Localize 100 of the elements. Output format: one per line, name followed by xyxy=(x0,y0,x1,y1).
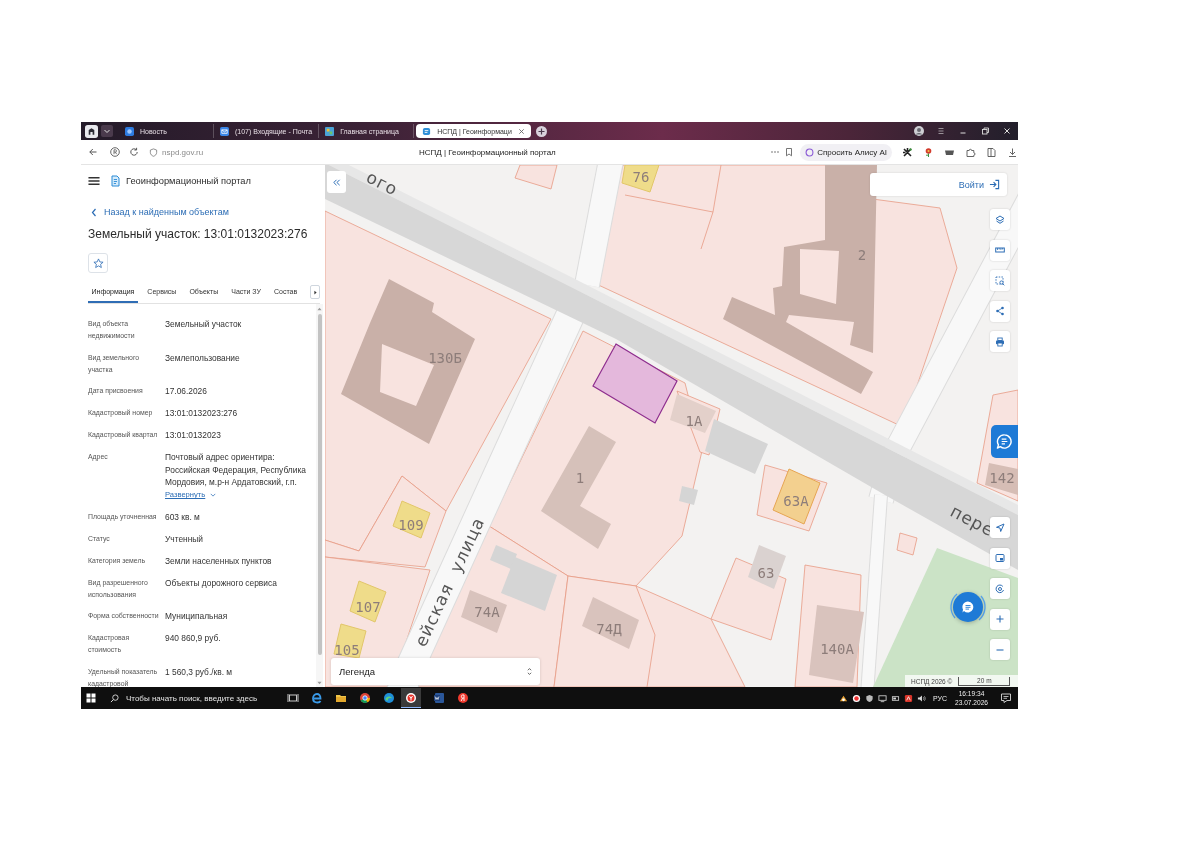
chat-icon xyxy=(961,600,975,614)
document-icon[interactable] xyxy=(433,692,445,704)
app-tray-icon[interactable] xyxy=(838,693,848,703)
navigate-button[interactable] xyxy=(990,517,1010,538)
ring-logo-icon[interactable] xyxy=(359,692,371,704)
building xyxy=(461,590,507,633)
house-number: 74А xyxy=(474,604,500,620)
sidebar-icon[interactable] xyxy=(986,146,997,158)
building xyxy=(679,486,698,505)
building xyxy=(705,419,768,474)
site-icon xyxy=(325,126,335,136)
land-parcel xyxy=(896,532,918,556)
house-number: 74Д xyxy=(596,621,622,637)
mail-icon xyxy=(220,126,229,136)
field-value: Объекты дорожного сервиса xyxy=(165,576,277,589)
plus-icon xyxy=(995,614,1005,624)
house-number: 76 xyxy=(632,169,650,185)
menu-icon[interactable] xyxy=(88,176,100,186)
assistant-button[interactable]: Спросить Алису AI xyxy=(800,143,892,161)
app-tray-icon[interactable] xyxy=(903,693,913,703)
new-tab-icon[interactable] xyxy=(535,125,547,137)
address-field[interactable]: nspd.gov.ru НСПД | Геоинформационный портал xyxy=(149,142,795,162)
layers-icon xyxy=(995,214,1005,225)
field-value: Почтовый адрес ориентира: Российская Федерация, Республика Мордовия, м.р-н Ардатовский, г.п. xyxy=(165,451,307,489)
volume-icon[interactable] xyxy=(916,693,926,703)
scrollbar-thumb[interactable] xyxy=(317,314,322,655)
download-icon[interactable] xyxy=(1007,146,1018,158)
chevron-updown-icon xyxy=(527,667,532,676)
field-value: 603 кв. м xyxy=(165,510,200,523)
caret-right-icon xyxy=(313,289,317,295)
field-value: Земли населенных пунктов xyxy=(165,554,272,567)
building xyxy=(670,394,716,433)
house-number: 130Б xyxy=(428,350,462,366)
field-value: 13:01:0132023 xyxy=(165,429,221,442)
print-button[interactable] xyxy=(990,331,1010,352)
building xyxy=(582,597,639,649)
back-icon[interactable] xyxy=(88,147,98,157)
task-view-icon[interactable] xyxy=(287,692,299,704)
e-logo-icon[interactable] xyxy=(311,692,323,704)
location-button[interactable] xyxy=(990,578,1010,599)
house-number: 142 xyxy=(989,470,1015,486)
building xyxy=(349,580,387,623)
field-value: Землепользование xyxy=(165,351,240,364)
field-value: Учтенный xyxy=(165,532,204,545)
building xyxy=(392,500,431,539)
home-icon[interactable] xyxy=(85,124,98,138)
chevron-down-icon xyxy=(210,492,217,497)
portal-name: Геоинформационный портал xyxy=(126,176,251,186)
notification-icon[interactable] xyxy=(1000,692,1012,704)
chevron-down-icon[interactable] xyxy=(101,125,113,137)
shield-icon xyxy=(149,147,158,157)
share-icon xyxy=(995,306,1005,316)
building xyxy=(985,463,1018,495)
ruler-button[interactable] xyxy=(990,239,1010,261)
house-number: 2 xyxy=(857,247,867,263)
folder-icon[interactable] xyxy=(335,692,347,704)
selected-parcel[interactable] xyxy=(592,343,678,424)
field-value: 1 560,3 руб./кв. м xyxy=(165,665,233,678)
field-value: 13:01:0132023:276 xyxy=(165,407,238,420)
avatar-icon[interactable] xyxy=(914,126,924,136)
house-number: 63 xyxy=(757,565,775,581)
app-tray-icon[interactable] xyxy=(890,693,900,703)
object-title: Земельный участок: 13:01:0132023:276 xyxy=(88,226,308,243)
speech-bubble-icon xyxy=(996,433,1013,450)
house-number: 1А xyxy=(685,413,703,429)
restore-icon[interactable] xyxy=(980,126,990,136)
minimap-button[interactable] xyxy=(990,547,1010,569)
navigation-arrow-icon xyxy=(995,522,1005,533)
site-icon xyxy=(125,126,134,136)
close-icon[interactable] xyxy=(1002,126,1012,136)
search-field[interactable]: Чтобы начать поиск, введите здесь xyxy=(126,690,275,706)
windows-logo-icon[interactable] xyxy=(86,693,96,703)
minimap-icon xyxy=(995,553,1005,563)
building xyxy=(772,468,821,525)
active-app-tile[interactable] xyxy=(401,688,421,708)
house-number: 105 xyxy=(334,642,360,658)
circle-badge-icon[interactable] xyxy=(110,147,120,157)
scrollbar[interactable] xyxy=(316,304,323,687)
flower-icon[interactable] xyxy=(923,146,934,158)
monitor-icon[interactable] xyxy=(877,693,887,703)
circle-logo-icon[interactable] xyxy=(457,692,469,704)
share-button[interactable] xyxy=(990,300,1010,322)
chevron-left-icon xyxy=(91,207,97,217)
login-button[interactable]: Войти xyxy=(956,175,1002,194)
location-target-icon xyxy=(995,583,1005,594)
assistant-tab[interactable] xyxy=(991,425,1018,458)
reload-icon[interactable] xyxy=(129,147,139,157)
puzzle-icon[interactable] xyxy=(965,146,976,158)
house-number: 140А xyxy=(820,641,854,657)
house-number: 107 xyxy=(355,599,381,615)
back-link[interactable]: Назад к найденным объектам xyxy=(88,205,229,219)
asterisk-icon[interactable] xyxy=(902,146,913,158)
wave-logo-icon[interactable] xyxy=(383,692,395,704)
url-text: nspd.gov.ru xyxy=(162,147,205,157)
legend-dropdown[interactable]: Легенда xyxy=(331,658,540,685)
house-number: 109 xyxy=(398,517,424,533)
tabs-scroll-button[interactable] xyxy=(310,285,320,299)
layers-button[interactable] xyxy=(990,209,1010,230)
field-value: Земельный участок xyxy=(165,318,242,331)
bookmark-icon[interactable] xyxy=(784,147,795,157)
